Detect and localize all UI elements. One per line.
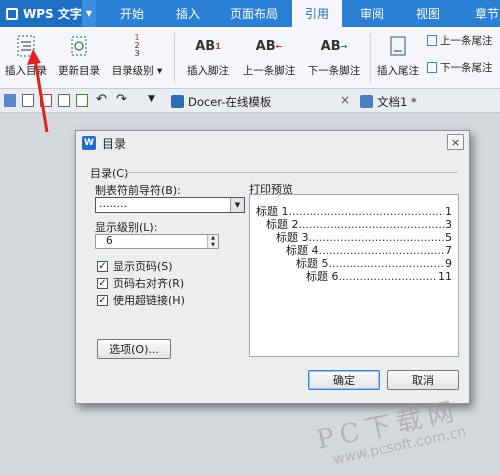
docer-icon <box>171 95 184 108</box>
next-footnote-button[interactable]: AB → 下一条脚注 <box>302 27 366 89</box>
prev-endnote-button[interactable]: 上一条尾注 <box>427 32 493 48</box>
cancel-button[interactable]: 取消 <box>387 370 459 390</box>
checkbox-checked-icon: ✓ <box>97 294 108 306</box>
tab-section[interactable]: 章节 <box>462 0 500 27</box>
folder-icon[interactable] <box>4 94 16 107</box>
insert-footnote-icon: AB 1 <box>195 38 221 54</box>
insert-footnote-label: 插入脚注 <box>187 65 229 77</box>
red-arrow-annotation <box>27 49 49 133</box>
show-level-value: 6 <box>106 235 113 247</box>
tab-insert[interactable]: 插入 <box>163 0 213 27</box>
prev-endnote-icon <box>427 34 437 46</box>
print-preview-icon[interactable] <box>76 94 88 107</box>
toc-group-label: 目录(C) <box>90 167 129 180</box>
preview-entry: 标题 6....................................… <box>306 270 452 283</box>
undo-icon[interactable]: ↶ <box>96 92 107 107</box>
checkbox-checked-icon: ✓ <box>97 277 108 289</box>
wps-writer-icon: W <box>82 136 96 150</box>
insert-endnote-icon <box>387 31 409 61</box>
checkbox-checked-icon: ✓ <box>97 260 108 272</box>
toc-level-icon: 1 2 3 <box>134 33 140 58</box>
prev-footnote-button[interactable]: AB ← 上一条脚注 <box>238 27 300 89</box>
next-endnote-icon <box>427 61 437 73</box>
right-align-checkbox[interactable]: ✓ 页码右对齐(R) <box>97 275 184 291</box>
toc-dialog: W 目录 × 目录(C) 制表符前导符(B): ........ ▼ 显示级别(… <box>75 130 470 404</box>
insert-endnote-label: 插入尾注 <box>377 65 419 77</box>
prev-footnote-icon: AB ← <box>255 38 283 54</box>
dialog-title-bar[interactable]: W 目录 <box>76 131 469 155</box>
doc-tab-document1[interactable]: 文档1 * <box>360 91 417 112</box>
show-level-stepper[interactable]: 6 ▲ ▼ <box>95 234 219 249</box>
close-button[interactable]: × <box>447 134 464 150</box>
prev-footnote-label: 上一条脚注 <box>242 65 296 77</box>
ok-button[interactable]: 确定 <box>308 370 380 390</box>
print-preview-box: 标题 1....................................… <box>249 194 459 357</box>
toc-level-button[interactable]: 1 2 3 目录级别 ▾ <box>107 27 167 89</box>
tab-references[interactable]: 引用 <box>292 0 342 27</box>
tab-page-layout[interactable]: 页面布局 <box>217 0 291 27</box>
tab-leader-select[interactable]: ........ ▼ <box>95 197 245 213</box>
group-divider <box>126 172 458 173</box>
ribbon-separator <box>370 33 371 83</box>
use-hyperlinks-checkbox[interactable]: ✓ 使用超链接(H) <box>97 292 185 308</box>
leader-label: 制表符前导符(B): <box>95 184 181 197</box>
close-tab-icon[interactable]: × <box>340 93 350 107</box>
app-title: WPS 文字 <box>23 7 82 21</box>
chevron-down-icon[interactable]: ▼ <box>230 198 244 212</box>
tab-review[interactable]: 审阅 <box>347 0 397 27</box>
tab-view[interactable]: 视图 <box>403 0 453 27</box>
tab-leader-value: ........ <box>99 197 127 210</box>
insert-endnote-button[interactable]: 插入尾注 <box>372 27 424 89</box>
next-footnote-icon: AB → <box>320 38 348 54</box>
update-toc-icon <box>68 31 90 61</box>
insert-footnote-button[interactable]: AB 1 插入脚注 <box>182 27 234 89</box>
tab-home[interactable]: 开始 <box>104 0 160 27</box>
next-footnote-label: 下一条脚注 <box>307 65 361 77</box>
doc-tab-docer[interactable]: Docer-在线模板 <box>171 91 271 112</box>
wps-logo-icon <box>6 7 18 20</box>
options-button[interactable]: 选项(O)... <box>97 339 171 359</box>
quick-access-bar: ↶ ↷ ▼ Docer-在线模板 × 文档1 * <box>0 89 500 113</box>
stepper-arrows-icon[interactable]: ▲ ▼ <box>207 235 218 248</box>
ribbon: 插入目录 更新目录 1 2 3 目录级别 ▾ AB 1 插入脚注 AB ← 上一条脚… <box>0 27 500 89</box>
menu-tab-bar: WPS 文字 ▼ 开始 插入 页面布局 引用 审阅 视图 章节 <box>0 0 500 27</box>
redo-icon[interactable]: ↷ <box>116 92 127 107</box>
customize-dropdown-icon[interactable]: ▼ <box>148 94 155 104</box>
dialog-title: 目录 <box>102 136 127 151</box>
next-endnote-button[interactable]: 下一条尾注 <box>427 59 493 75</box>
toc-level-label: 目录级别 ▾ <box>111 65 163 77</box>
app-menu-button[interactable]: WPS 文字 ▼ <box>0 0 96 27</box>
level-label: 显示级别(L): <box>95 221 158 234</box>
document-icon <box>360 95 373 108</box>
chevron-down-icon[interactable]: ▼ <box>82 0 96 27</box>
ribbon-separator <box>174 33 175 83</box>
show-page-numbers-checkbox[interactable]: ✓ 显示页码(S) <box>97 258 173 274</box>
